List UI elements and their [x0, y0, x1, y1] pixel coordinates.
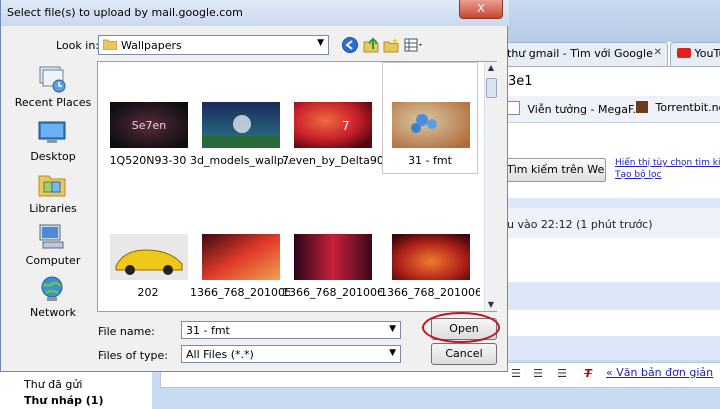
- file-list: Se7en 1Q520N93-30 3d_models_wallp... 7 7…: [97, 61, 497, 312]
- chevron-down-icon[interactable]: ▼: [389, 324, 396, 334]
- desktop-icon: [38, 121, 66, 143]
- chevron-down-icon: ▼: [317, 38, 324, 48]
- place-label: Desktop: [30, 150, 76, 163]
- dialog-titlebar: Select file(s) to upload by mail.google.…: [1, 0, 509, 26]
- thumbnail-image: [110, 234, 188, 280]
- computer-icon: [39, 224, 64, 249]
- scroll-down-icon[interactable]: ▼: [485, 299, 497, 311]
- address-bar[interactable]: 3e1: [500, 66, 720, 96]
- file-name: 1366_768_201006...: [282, 286, 382, 299]
- thumbnail-image: Se7en: [110, 102, 188, 148]
- thumbnail-image: [294, 234, 372, 280]
- thumbnail-image: [202, 102, 280, 148]
- svg-text:Se7en: Se7en: [132, 119, 167, 132]
- place-label: Network: [30, 306, 76, 319]
- align-left-icon[interactable]: ☰: [508, 366, 524, 382]
- search-web-button[interactable]: Tìm kiếm trên Web: [500, 158, 606, 182]
- highlight-ring: [422, 312, 500, 343]
- thumbnail-image: [392, 234, 470, 280]
- look-in-value: Wallpapers: [121, 39, 182, 52]
- bookmark-megaf[interactable]: Viễn tưởng - MegaF...: [506, 101, 643, 116]
- search-options-link[interactable]: Hiển thị tùy chọn tìm kiế: [615, 158, 720, 168]
- dialog-title: Select file(s) to upload by mail.google.…: [7, 6, 243, 19]
- youtube-icon: [677, 48, 691, 58]
- draft-saved-status: ưu vào 22:12 (1 phút trước): [500, 218, 653, 231]
- scroll-thumb[interactable]: [486, 78, 497, 98]
- compose-header-band: [500, 282, 720, 310]
- bookmarks-bar: Viễn tưởng - MegaF... Torrentbit.net -: [500, 96, 720, 123]
- thumbnail-image: 7: [294, 102, 372, 148]
- recent-places-icon: [39, 66, 66, 93]
- align-right-icon[interactable]: ☰: [554, 366, 570, 382]
- place-label: Recent Places: [14, 96, 92, 109]
- tab-label: thư gmail - Tìm với Google: [507, 47, 653, 60]
- file-name: 7even_by_Delta909: [282, 154, 382, 167]
- tab-google-search[interactable]: thư gmail - Tìm với Google ✕: [500, 42, 668, 66]
- chevron-down-icon: ▼: [389, 348, 396, 358]
- svg-text:7: 7: [342, 119, 350, 133]
- network-icon: [41, 276, 63, 301]
- file-list-scrollbar[interactable]: ▲ ▼: [484, 62, 497, 311]
- file-name: 3d_models_wallp...: [190, 154, 290, 167]
- folder-icon: [103, 39, 117, 50]
- plain-text-link[interactable]: « Văn bản đơn giản: [606, 366, 713, 379]
- new-folder-icon[interactable]: [382, 36, 400, 54]
- place-label: Libraries: [29, 202, 77, 215]
- thumbnail-image: [392, 102, 470, 148]
- places-bar: Recent Places Desktop Libraries Computer…: [11, 60, 95, 319]
- file-type-value: All Files (*.*): [186, 348, 254, 361]
- place-label: Computer: [25, 254, 81, 267]
- look-in-dropdown[interactable]: Wallpapers ▼: [98, 35, 329, 55]
- bookmark-torrentbit[interactable]: Torrentbit.net -: [636, 101, 720, 114]
- file-name: 1366_768_201005...: [190, 286, 290, 299]
- file-name: 1366_768_201006...: [380, 286, 480, 299]
- close-icon[interactable]: X: [459, 0, 503, 19]
- scroll-up-icon[interactable]: ▲: [485, 62, 497, 74]
- nav-sent-mail[interactable]: Thư đã gửi: [24, 378, 82, 391]
- left-nav: Thư đã gửi Thư nháp (1): [0, 372, 152, 409]
- file-name-value: 31 - fmt: [186, 324, 230, 337]
- header-band: [500, 198, 720, 208]
- file-name: 1Q520N93-30: [109, 154, 187, 167]
- file-name: 202: [137, 286, 159, 299]
- url-text: 3e1: [508, 74, 533, 89]
- align-center-icon[interactable]: ☰: [530, 366, 546, 382]
- cancel-button[interactable]: Cancel: [431, 343, 497, 365]
- file-type-label: Files of type:: [98, 349, 169, 362]
- tb-icon: [636, 101, 648, 113]
- libraries-icon: [38, 175, 66, 197]
- file-name: 31 - fmt: [408, 154, 452, 167]
- close-tab-icon[interactable]: ✕: [654, 47, 662, 58]
- create-filter-link[interactable]: Tạo bộ lọc: [615, 170, 661, 180]
- file-name-label: File name:: [98, 325, 155, 338]
- file-name-input[interactable]: 31 - fmt ▼: [181, 321, 401, 339]
- look-in-label: Look in:: [56, 39, 99, 52]
- tab-label: YouTu: [694, 47, 720, 60]
- view-menu-icon[interactable]: [403, 36, 425, 54]
- file-type-dropdown[interactable]: All Files (*.*) ▼: [181, 345, 401, 363]
- page-icon: [506, 101, 520, 115]
- thumbnail-image: [202, 234, 280, 280]
- nav-drafts[interactable]: Thư nháp (1): [24, 394, 104, 407]
- file-open-dialog: Select file(s) to upload by mail.google.…: [0, 0, 509, 372]
- compose-band: [500, 336, 720, 360]
- tab-youtube[interactable]: YouTu: [670, 42, 720, 66]
- up-folder-icon[interactable]: [362, 36, 380, 54]
- remove-formatting-icon[interactable]: T: [580, 366, 596, 382]
- back-icon[interactable]: [341, 36, 359, 54]
